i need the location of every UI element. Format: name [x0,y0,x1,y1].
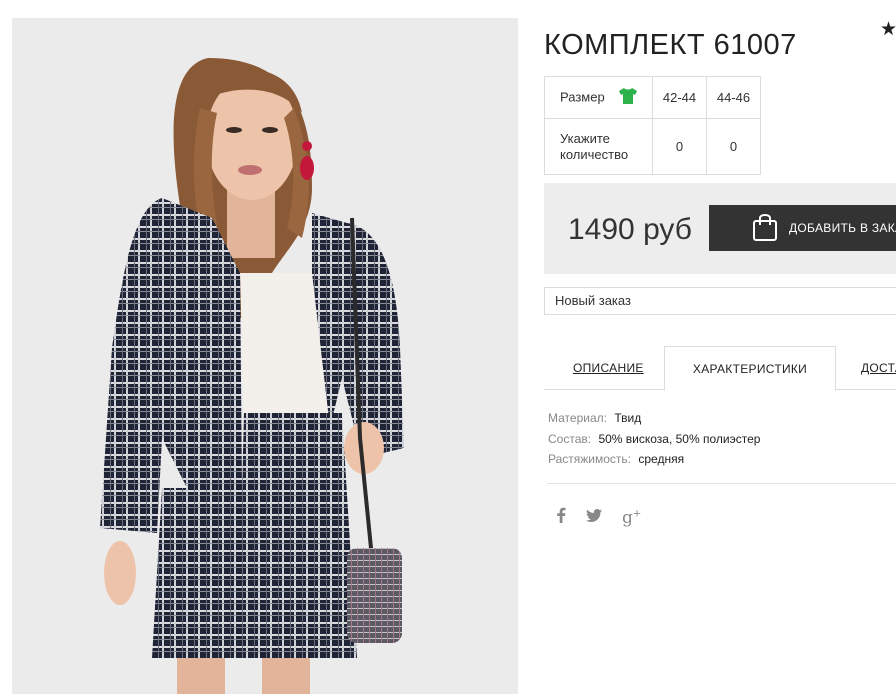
size-label: Размер [560,88,605,104]
model-illustration [12,18,518,694]
size-quantity-table: Размер 42-44 44-46 Укажите количество 0 … [544,76,761,175]
size-option-2[interactable]: 44-46 [706,76,761,119]
spec-key: Состав: [548,431,592,446]
quantity-label-cell: Укажите количество [544,118,653,175]
star-icon[interactable]: ★ [880,18,896,41]
size-row: Размер 42-44 44-46 [544,76,761,119]
spec-value: 50% вискоза, 50% полиэстер [598,431,761,446]
add-to-order-button[interactable]: ДОБАВИТЬ В ЗАКАЗ [709,205,896,251]
spec-row: Состав: 50% вискоза, 50% полиэстер [548,429,760,450]
section-divider [547,483,896,484]
order-select[interactable]: Новый заказ [544,287,896,315]
add-to-order-label: ДОБАВИТЬ В ЗАКАЗ [789,221,896,235]
price: 1490 руб [568,213,692,246]
tab-description[interactable]: ОПИСАНИЕ [573,346,644,390]
quantity-input-1[interactable]: 0 [652,118,707,175]
tab-delivery[interactable]: ДОСТАВКА [861,346,896,390]
quantity-label-line1: Укажите [560,130,610,146]
quantity-row: Укажите количество 0 0 [544,118,761,175]
shopping-bag-icon [751,212,779,245]
twitter-icon[interactable] [586,508,602,527]
spec-value: Твид [614,411,642,425]
size-option-1[interactable]: 42-44 [652,76,707,119]
spec-row: Материал: Твид [548,408,760,429]
product-title: КОМПЛЕКТ 61007 [544,29,797,62]
quantity-label-line2: количество [560,146,629,162]
social-share: g+ [556,507,661,528]
specs-list: Материал: Твид Состав: 50% вискоза, 50% … [548,408,760,470]
tshirt-icon[interactable] [618,87,638,109]
spec-key: Материал: [548,411,607,425]
spec-key: Растяжимость: [548,452,632,466]
facebook-icon[interactable] [556,507,566,528]
tab-characteristics[interactable]: ХАРАКТЕРИСТИКИ [664,346,836,391]
product-tabs: ОПИСАНИЕ ХАРАКТЕРИСТИКИ ДОСТАВКА [544,346,896,391]
buy-panel: 1490 руб ДОБАВИТЬ В ЗАКАЗ [544,183,896,274]
spec-row: Растяжимость: средняя [548,449,760,470]
product-photo[interactable] [12,18,518,694]
spec-value: средняя [638,452,685,466]
quantity-input-2[interactable]: 0 [706,118,761,175]
size-label-cell: Размер [544,76,653,119]
google-plus-icon[interactable]: g+ [622,508,641,528]
